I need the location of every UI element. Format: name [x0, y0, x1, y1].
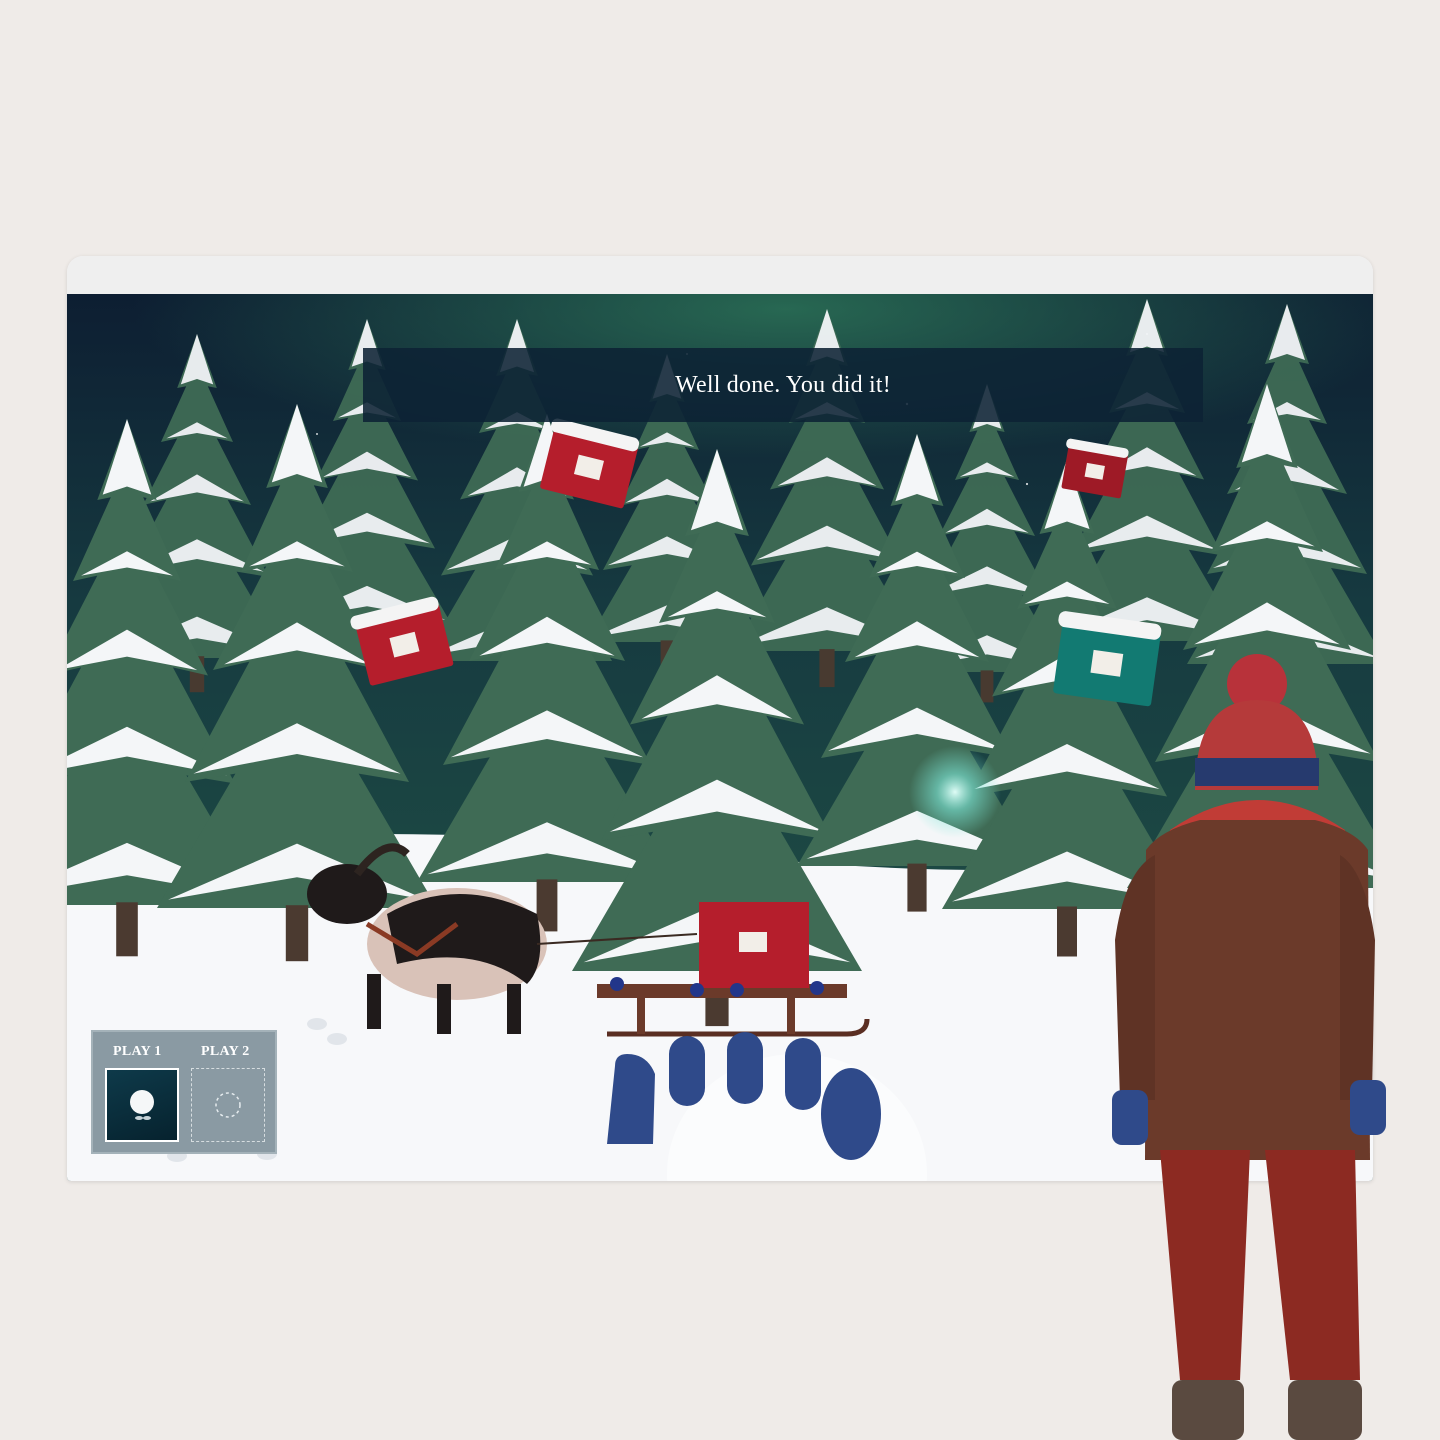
- play1-slot[interactable]: [105, 1068, 179, 1142]
- player-selector: PLAY 1 PLAY 2: [91, 1030, 277, 1154]
- status-message: Well done. You did it!: [363, 348, 1203, 422]
- play1-label: PLAY 1: [113, 1044, 162, 1059]
- play2-label: PLAY 2: [201, 1044, 250, 1059]
- gift-box-red-3[interactable]: [1058, 437, 1130, 499]
- window-titlebar: [67, 256, 1373, 295]
- snowball-icon: [130, 1090, 154, 1120]
- child-character: [1112, 654, 1386, 1440]
- play2-slot[interactable]: [191, 1068, 265, 1142]
- empty-snowball-outline-icon: [215, 1092, 241, 1118]
- sparkle-icon: [909, 746, 1001, 838]
